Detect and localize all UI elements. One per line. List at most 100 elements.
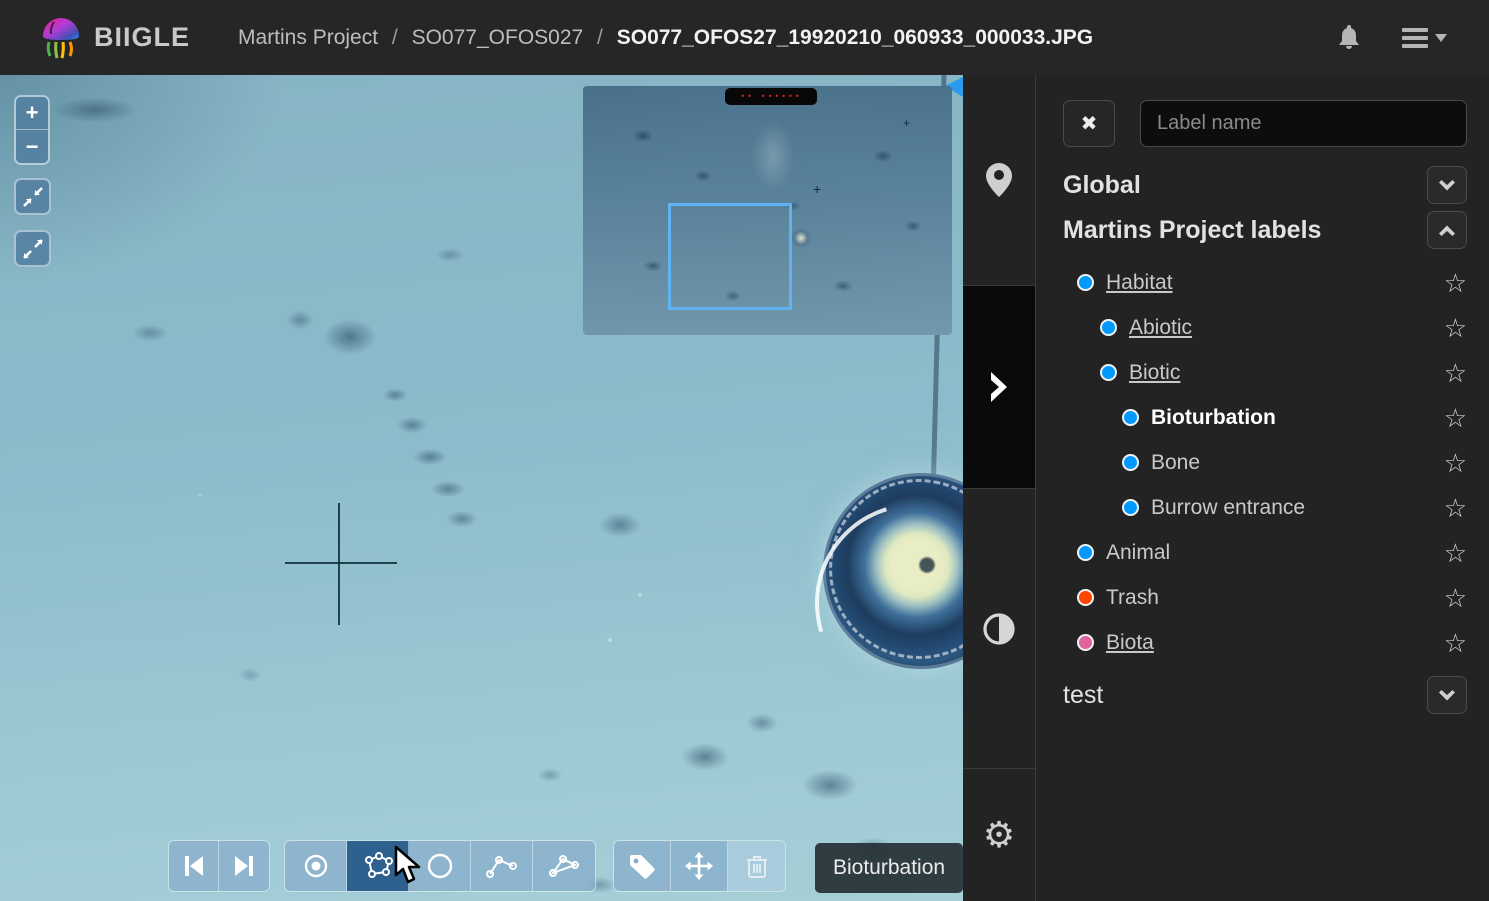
favourite-star-icon[interactable]: ☆ xyxy=(1444,360,1467,386)
label-name[interactable]: Biotic xyxy=(1129,361,1180,385)
label-row-burrow-entrance[interactable]: Burrow entrance ☆ xyxy=(1063,485,1467,530)
chevron-down-icon xyxy=(1439,180,1455,191)
label-row-abiotic[interactable]: Abiotic ☆ xyxy=(1063,305,1467,350)
closed-polyline-icon xyxy=(548,853,580,879)
favourite-star-icon[interactable]: ☆ xyxy=(1444,405,1467,431)
label-color-dot xyxy=(1077,634,1094,651)
favourite-star-icon[interactable]: ☆ xyxy=(1444,270,1467,296)
favourite-star-icon[interactable]: ☆ xyxy=(1444,495,1467,521)
circle-icon xyxy=(426,852,454,880)
step-forward-icon xyxy=(234,855,254,877)
top-navbar: BIIGLE Martins Project / SO077_OFOS027 /… xyxy=(0,0,1489,75)
label-name[interactable]: Bioturbation xyxy=(1151,406,1276,430)
led-timestamp-overlay: •• •••••• xyxy=(725,88,817,105)
expand-tree-button[interactable] xyxy=(1427,676,1467,714)
label-row-bone[interactable]: Bone ☆ xyxy=(1063,440,1467,485)
label-row-biotic[interactable]: Biotic ☆ xyxy=(1063,350,1467,395)
magic-polygon-tool-button[interactable] xyxy=(533,841,595,891)
label-color-dot xyxy=(1100,319,1117,336)
label-name[interactable]: Biota xyxy=(1106,631,1154,655)
contrast-icon xyxy=(983,613,1015,645)
minimap[interactable]: •• •••••• + + xyxy=(583,86,952,335)
minimap-laser-cross: + xyxy=(903,116,910,130)
expand-arrows-icon xyxy=(22,238,44,260)
attach-label-button[interactable] xyxy=(614,841,671,891)
label-row-trash[interactable]: Trash ☆ xyxy=(1063,575,1467,620)
clear-search-button[interactable]: ✖ xyxy=(1063,100,1115,147)
collapse-tree-button[interactable] xyxy=(1427,211,1467,249)
biigle-logo[interactable]: BIIGLE xyxy=(40,16,190,60)
breadcrumb-volume-link[interactable]: SO077_OFOS027 xyxy=(412,26,584,49)
chevron-right-icon xyxy=(989,372,1009,402)
settings-tab[interactable]: ⚙ xyxy=(963,768,1035,901)
bell-icon xyxy=(1338,25,1360,51)
annotations-tab[interactable] xyxy=(963,75,1035,285)
zoom-to-fit-button[interactable] xyxy=(14,178,51,215)
favourite-star-icon[interactable]: ☆ xyxy=(1444,540,1467,566)
chevron-down-icon xyxy=(1439,690,1455,701)
label-color-dot xyxy=(1122,454,1139,471)
zoom-to-original-button[interactable] xyxy=(14,230,51,267)
label-row-animal[interactable]: Animal ☆ xyxy=(1063,530,1467,575)
tree-title: Global xyxy=(1063,171,1141,200)
tree-title: test xyxy=(1063,681,1103,710)
label-name[interactable]: Burrow entrance xyxy=(1151,496,1305,520)
trash-icon xyxy=(745,853,769,879)
chevron-up-icon xyxy=(1439,225,1455,236)
breadcrumb: Martins Project / SO077_OFOS027 / SO077_… xyxy=(238,26,1093,50)
labels-tab[interactable] xyxy=(963,285,1035,488)
step-backward-icon xyxy=(184,855,204,877)
previous-image-button[interactable] xyxy=(169,841,219,891)
color-adjustment-tab[interactable] xyxy=(963,488,1035,768)
label-name[interactable]: Abiotic xyxy=(1129,316,1192,340)
zoom-in-button[interactable]: + xyxy=(16,97,48,130)
label-color-dot xyxy=(1077,544,1094,561)
jellyfish-logo-icon xyxy=(40,16,82,60)
image-nav-group xyxy=(168,840,270,892)
biigle-annotation-app: BIIGLE Martins Project / SO077_OFOS027 /… xyxy=(0,0,1489,901)
notifications-button[interactable] xyxy=(1338,25,1360,51)
tree-header-martins-project: Martins Project labels xyxy=(1063,208,1467,252)
sidebar-tab-strip: ⚙ xyxy=(963,75,1035,901)
label-name[interactable]: Trash xyxy=(1106,586,1159,610)
label-name[interactable]: Animal xyxy=(1106,541,1170,565)
point-tool-button[interactable] xyxy=(285,841,347,891)
label-row-bioturbation[interactable]: Bioturbation ☆ xyxy=(1063,395,1467,440)
tag-icon xyxy=(628,853,656,879)
label-name-input[interactable] xyxy=(1140,100,1467,147)
main-menu-button[interactable] xyxy=(1402,28,1447,48)
annotation-canvas[interactable]: + − •• •••••• + + xyxy=(0,75,963,901)
caret-down-icon xyxy=(1435,34,1447,42)
minimap-viewport-rect[interactable] xyxy=(668,203,792,310)
point-icon xyxy=(303,853,329,879)
polygon-icon xyxy=(363,852,393,880)
edit-tools-group xyxy=(613,840,786,892)
move-annotation-button[interactable] xyxy=(671,841,728,891)
tree-header-global: Global xyxy=(1063,163,1467,207)
zoom-out-button[interactable]: − xyxy=(16,130,48,163)
breadcrumb-project-link[interactable]: Martins Project xyxy=(238,26,378,49)
polyline-icon xyxy=(486,853,518,879)
selected-label-badge: Bioturbation xyxy=(815,843,963,893)
favourite-star-icon[interactable]: ☆ xyxy=(1444,450,1467,476)
label-color-dot xyxy=(1122,499,1139,516)
label-name[interactable]: Bone xyxy=(1151,451,1200,475)
expand-tree-button[interactable] xyxy=(1427,166,1467,204)
label-row-biota[interactable]: Biota ☆ xyxy=(1063,620,1467,665)
label-color-dot xyxy=(1100,364,1117,381)
tree-title: Martins Project labels xyxy=(1063,216,1321,245)
delete-annotation-button[interactable] xyxy=(728,841,785,891)
close-icon: ✖ xyxy=(1081,113,1098,135)
favourite-star-icon[interactable]: ☆ xyxy=(1444,315,1467,341)
line-tool-button[interactable] xyxy=(471,841,533,891)
favourite-star-icon[interactable]: ☆ xyxy=(1444,630,1467,656)
label-name[interactable]: Habitat xyxy=(1106,271,1173,295)
label-search-row: ✖ xyxy=(1063,100,1467,147)
hamburger-icon xyxy=(1402,28,1428,48)
label-row-habitat[interactable]: Habitat ☆ xyxy=(1063,260,1467,305)
favourite-star-icon[interactable]: ☆ xyxy=(1444,585,1467,611)
label-color-dot xyxy=(1077,589,1094,606)
compress-arrows-icon xyxy=(22,186,44,208)
brand-name: BIIGLE xyxy=(94,22,190,53)
next-image-button[interactable] xyxy=(219,841,269,891)
